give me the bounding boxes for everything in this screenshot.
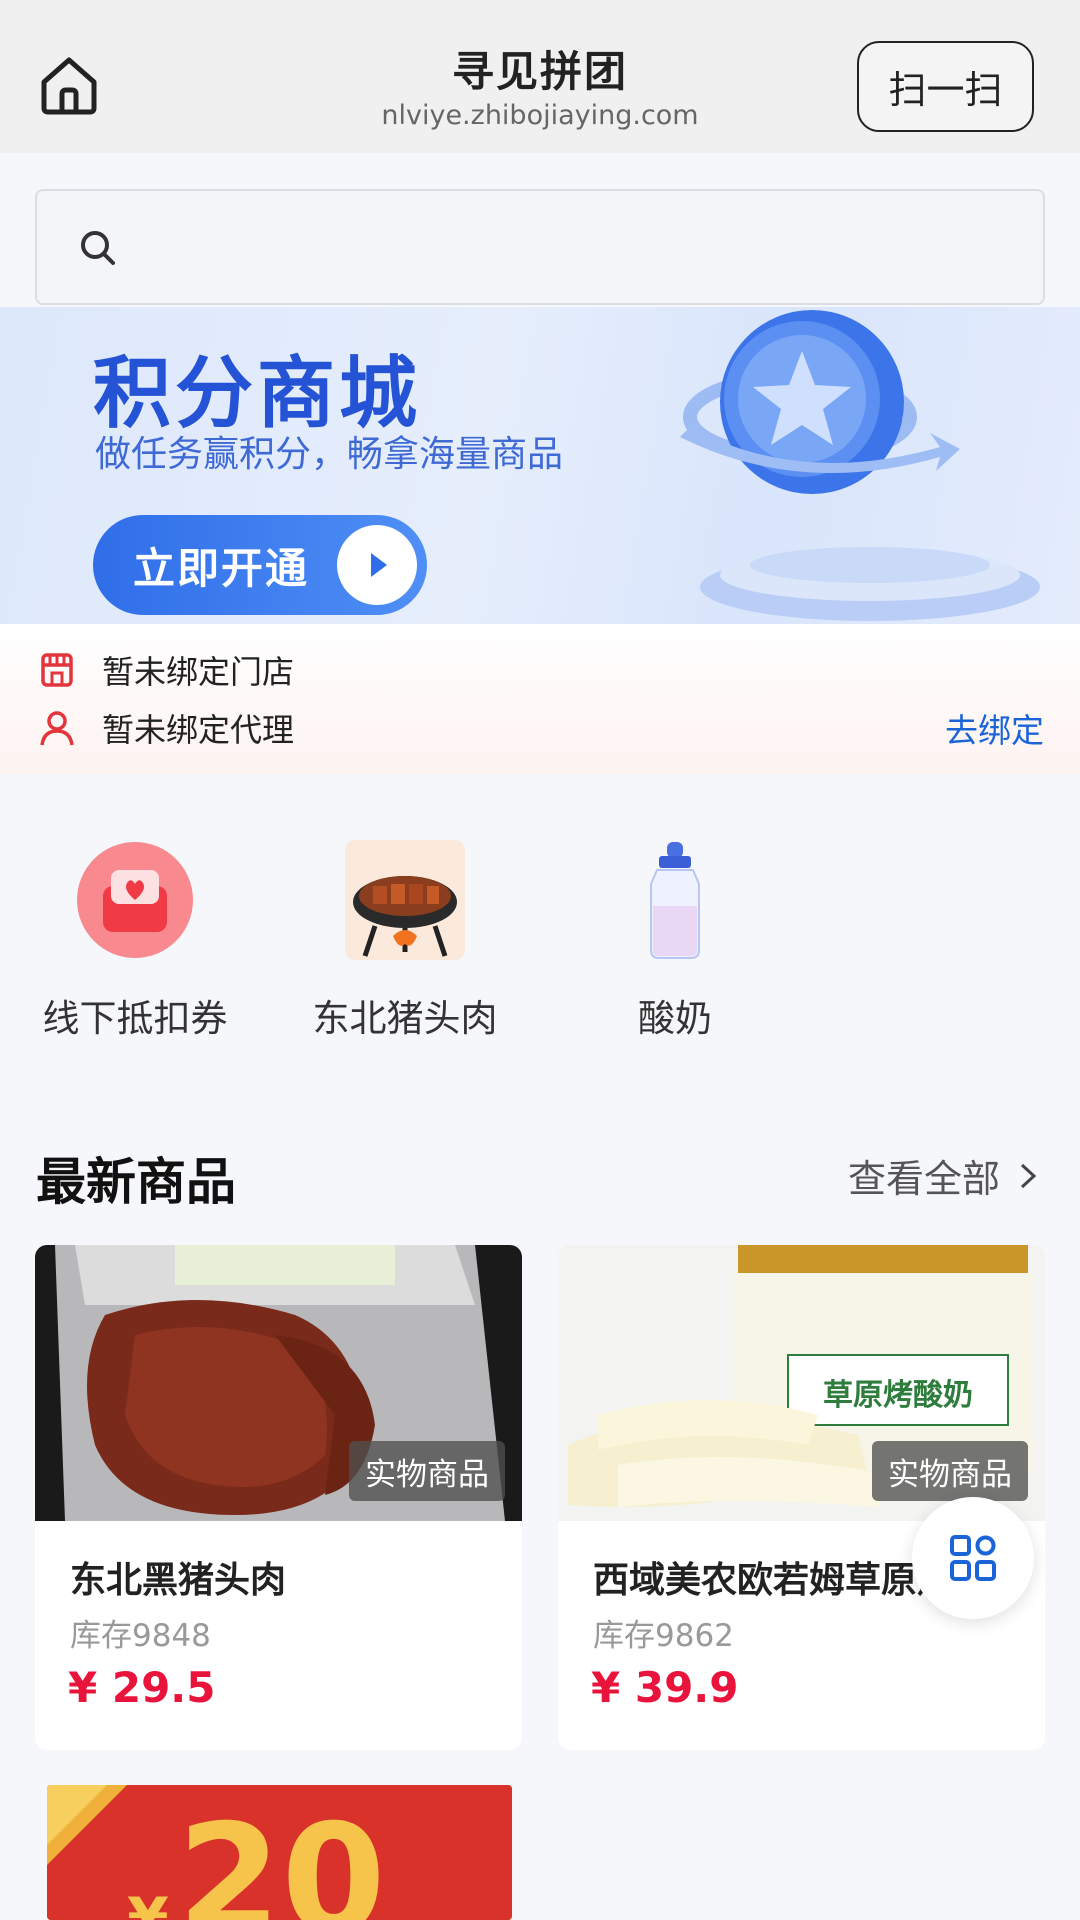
product-type-tag: 实物商品 [872, 1441, 1028, 1501]
category-label: 东北猪头肉 [312, 997, 498, 1040]
banner-subtitle: 做任务赢积分，畅拿海量商品 [95, 434, 564, 475]
coupon-currency: ¥ [127, 1885, 169, 1920]
coupon-card[interactable]: ¥ 20 [47, 1785, 512, 1920]
category-label: 线下抵扣券 [42, 997, 228, 1040]
category-yogurt[interactable]: 酸奶 [565, 840, 785, 1042]
product-stock: 库存9862 [593, 1618, 734, 1654]
section-title: 最新商品 [36, 1153, 236, 1211]
product-stock: 库存9848 [70, 1618, 211, 1654]
product-price: ¥ 39.9 [591, 1663, 739, 1712]
store-binding-text: 暂未绑定门店 [102, 653, 295, 691]
search-input[interactable] [35, 189, 1045, 305]
product-type-tag: 实物商品 [349, 1441, 505, 1501]
app-header: 寻见拼团 nlviye.zhibojiaying.com 扫一扫 [0, 0, 1080, 153]
product-name: 东北黑猪头肉 [70, 1560, 287, 1601]
grid-icon [950, 1535, 996, 1581]
play-arrow-icon [337, 525, 417, 605]
search-icon [77, 227, 119, 269]
binding-section: 暂未绑定门店 暂未绑定代理 去绑定 [0, 624, 1080, 774]
category-grid: 线下抵扣券 东北猪头肉 酸奶 [0, 820, 1080, 1060]
points-mall-banner[interactable]: 积分商城 做任务赢积分，畅拿海量商品 立即开通 [0, 307, 1080, 624]
coupon-icon [75, 840, 195, 960]
category-coupon[interactable]: 线下抵扣券 [25, 840, 245, 1042]
user-icon [40, 711, 74, 746]
agent-binding-text: 暂未绑定代理 [102, 711, 295, 749]
product-price: ¥ 29.5 [68, 1663, 216, 1712]
store-icon [41, 653, 73, 687]
activate-button-label: 立即开通 [133, 543, 310, 593]
grid-menu-button[interactable] [912, 1497, 1034, 1619]
coupon-amount: 20 [177, 1793, 386, 1920]
product-image: 实物商品 [35, 1245, 522, 1521]
product-card[interactable]: 实物商品 东北黑猪头肉 库存9848 ¥ 29.5 [35, 1245, 522, 1750]
grill-icon [345, 840, 465, 960]
activate-button[interactable]: 立即开通 [93, 515, 427, 615]
agent-binding-row: 暂未绑定代理 [38, 704, 294, 752]
product-image: 草原烤酸奶 实物商品 [558, 1245, 1045, 1521]
star-coin-illustration [640, 307, 1080, 624]
chevron-right-icon [1020, 1163, 1037, 1188]
view-all-label: 查看全部 [847, 1157, 1000, 1201]
yogurt-pack-label: 草原烤酸奶 [823, 1378, 973, 1413]
category-pork[interactable]: 东北猪头肉 [295, 840, 515, 1042]
scan-button[interactable]: 扫一扫 [857, 41, 1034, 132]
store-binding-row: 暂未绑定门店 [38, 646, 294, 694]
go-bind-link[interactable]: 去绑定 [945, 704, 1044, 752]
view-all-link[interactable]: 查看全部 [848, 1148, 1042, 1203]
category-label: 酸奶 [638, 997, 712, 1040]
milk-bottle-icon [615, 840, 735, 960]
